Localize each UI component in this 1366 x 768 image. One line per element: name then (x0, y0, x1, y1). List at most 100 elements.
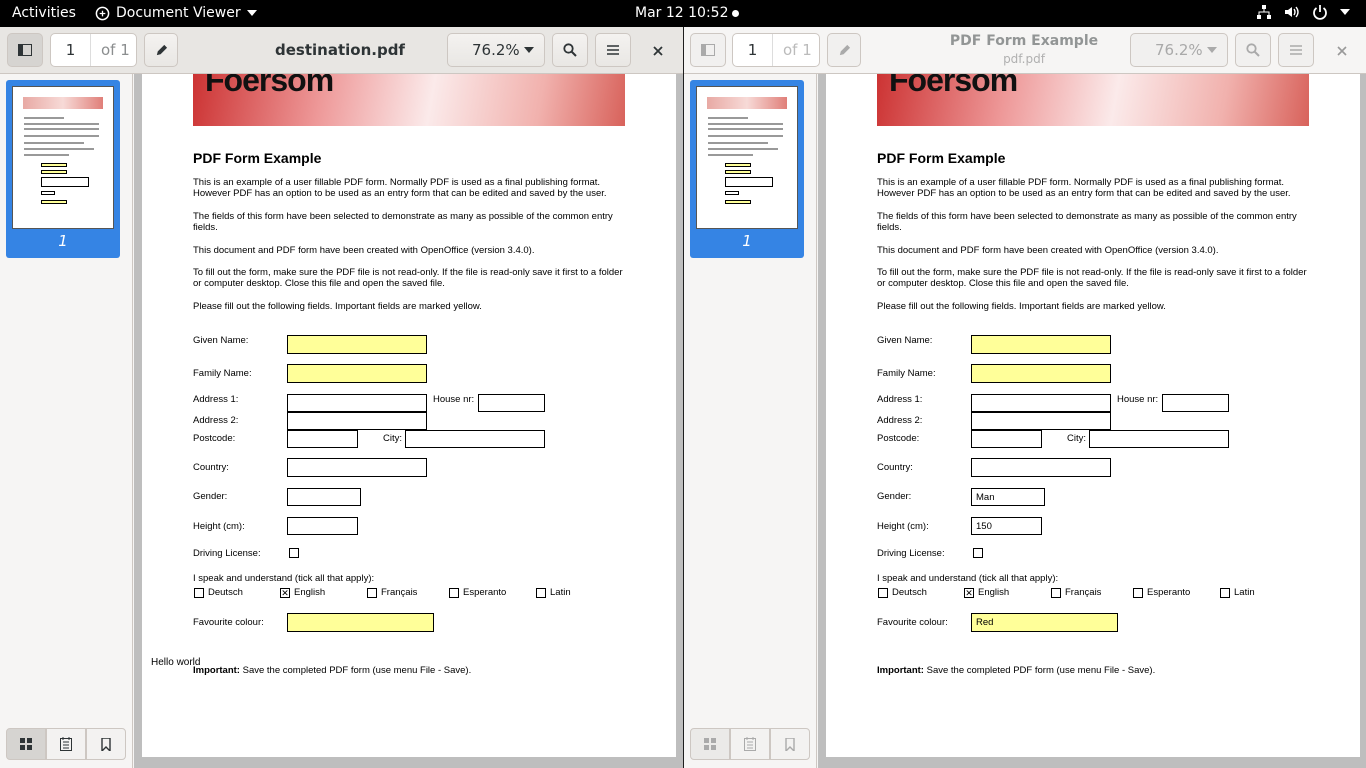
favourite-colour-field[interactable] (287, 613, 434, 632)
postcode-field[interactable] (287, 430, 358, 448)
address2-field[interactable] (287, 412, 427, 430)
house-nr-field[interactable] (478, 394, 545, 412)
family-name-label: Family Name: (877, 368, 936, 379)
country-field[interactable] (971, 458, 1111, 477)
english-label: English (294, 587, 326, 598)
driving-license-checkbox[interactable] (973, 548, 983, 558)
english-label: English (978, 587, 1010, 598)
search-button[interactable] (552, 33, 588, 67)
paragraph: The fields of this form have been select… (193, 211, 613, 233)
country-field[interactable] (287, 458, 427, 477)
driving-license-checkbox[interactable] (289, 548, 299, 558)
address1-field[interactable] (287, 394, 427, 412)
search-button[interactable] (1235, 33, 1271, 67)
sidebar-toggle-button[interactable] (690, 33, 726, 67)
given-name-label: Given Name: (193, 335, 249, 346)
english-checkbox[interactable]: ✕ (964, 588, 974, 598)
page-selector[interactable]: 1 of 1 (732, 33, 820, 67)
address1-field[interactable] (971, 394, 1111, 412)
close-button[interactable] (648, 41, 668, 61)
height-field[interactable]: 150 (971, 517, 1042, 535)
thumbnail-field (725, 163, 751, 167)
thumbnail-line (24, 117, 64, 119)
page-number-input[interactable]: 1 (733, 34, 773, 66)
deutsch-checkbox[interactable] (194, 588, 204, 598)
menu-button[interactable] (595, 33, 631, 67)
city-field[interactable] (1089, 430, 1229, 448)
page-selector[interactable]: 1 of 1 (50, 33, 137, 67)
thumbnail-line (24, 154, 69, 156)
paragraph: Please fill out the following fields. Im… (877, 301, 1166, 312)
esperanto-checkbox[interactable] (449, 588, 459, 598)
page-number-input[interactable]: 1 (51, 34, 91, 66)
thumbnail-line (708, 128, 783, 130)
postcode-field[interactable] (971, 430, 1042, 448)
document-area[interactable]: Foersom PDF Form Example This is an exam… (818, 74, 1366, 768)
annotations-view-button[interactable] (46, 728, 86, 760)
bookmarks-view-button[interactable] (770, 728, 810, 760)
given-name-field[interactable] (971, 335, 1111, 354)
zoom-selector[interactable]: 76.2% (1130, 33, 1228, 67)
gender-field[interactable] (287, 488, 361, 506)
chevron-down-icon (1340, 9, 1350, 15)
activities-button[interactable]: Activities (12, 5, 76, 21)
gender-field[interactable]: Man (971, 488, 1045, 506)
driving-license-label: Driving License: (193, 548, 261, 559)
thumbnail-field (725, 191, 739, 195)
app-menu[interactable]: Document Viewer (95, 5, 257, 21)
annotations-view-button[interactable] (730, 728, 770, 760)
house-nr-label: House nr: (1117, 394, 1159, 405)
paragraph: This document and PDF form have been cre… (877, 245, 1219, 256)
thumbnail-line (708, 117, 748, 119)
english-checkbox[interactable]: ✕ (280, 588, 290, 598)
address2-label: Address 2: (877, 415, 923, 426)
chevron-down-icon (246, 10, 257, 16)
latin-checkbox[interactable] (536, 588, 546, 598)
thumbnail-line (24, 148, 94, 150)
latin-checkbox[interactable] (1220, 588, 1230, 598)
deutsch-checkbox[interactable] (878, 588, 888, 598)
family-name-field[interactable] (287, 364, 427, 383)
chevron-down-icon (524, 47, 534, 53)
favourite-colour-field[interactable]: Red (971, 613, 1118, 632)
bookmarks-view-button[interactable] (86, 728, 126, 760)
clock-text: Mar 12 10:52 (635, 5, 729, 21)
address2-field[interactable] (971, 412, 1111, 430)
document-area[interactable]: Foersom PDF Form Example This is an exam… (134, 74, 683, 768)
house-nr-field[interactable] (1162, 394, 1229, 412)
francais-label: Français (1065, 587, 1102, 598)
close-button[interactable] (1332, 41, 1352, 61)
zoom-selector[interactable]: 76.2% (447, 33, 545, 67)
esperanto-checkbox[interactable] (1133, 588, 1143, 598)
page-thumbnail-selected[interactable]: 1 (6, 80, 120, 258)
height-field[interactable] (287, 517, 358, 535)
important-note: Important: Save the completed PDF form (… (877, 665, 1155, 676)
app-name: Document Viewer (116, 5, 241, 21)
annotate-button[interactable] (827, 33, 861, 67)
sidebar-icon (18, 44, 32, 56)
thumbnail-sidebar: 1 (0, 74, 133, 768)
thumbnails-view-button[interactable] (690, 728, 730, 760)
annotate-button[interactable] (144, 33, 178, 67)
grid-icon (20, 738, 32, 750)
hamburger-icon (607, 45, 619, 55)
francais-checkbox[interactable] (1051, 588, 1061, 598)
page-count: of 1 (101, 41, 130, 59)
francais-checkbox[interactable] (367, 588, 377, 598)
menu-button[interactable] (1278, 33, 1314, 67)
paragraph: This is an example of a user fillable PD… (193, 177, 607, 199)
clock[interactable]: Mar 12 10:52 (635, 5, 740, 21)
address2-label: Address 2: (193, 415, 239, 426)
zoom-value: 76.2% (1155, 41, 1203, 59)
logo-text: Foersom (205, 74, 334, 98)
page-thumbnail-selected[interactable]: 1 (690, 80, 804, 258)
thumbnail-page-label: 1 (742, 232, 752, 250)
thumbnail-field (725, 200, 751, 204)
thumbnails-view-button[interactable] (6, 728, 46, 760)
system-menu[interactable] (1256, 4, 1350, 20)
family-name-field[interactable] (971, 364, 1111, 383)
sidebar-toggle-button[interactable] (7, 33, 43, 67)
given-name-field[interactable] (287, 335, 427, 354)
city-field[interactable] (405, 430, 545, 448)
thumbnail-line (708, 154, 753, 156)
